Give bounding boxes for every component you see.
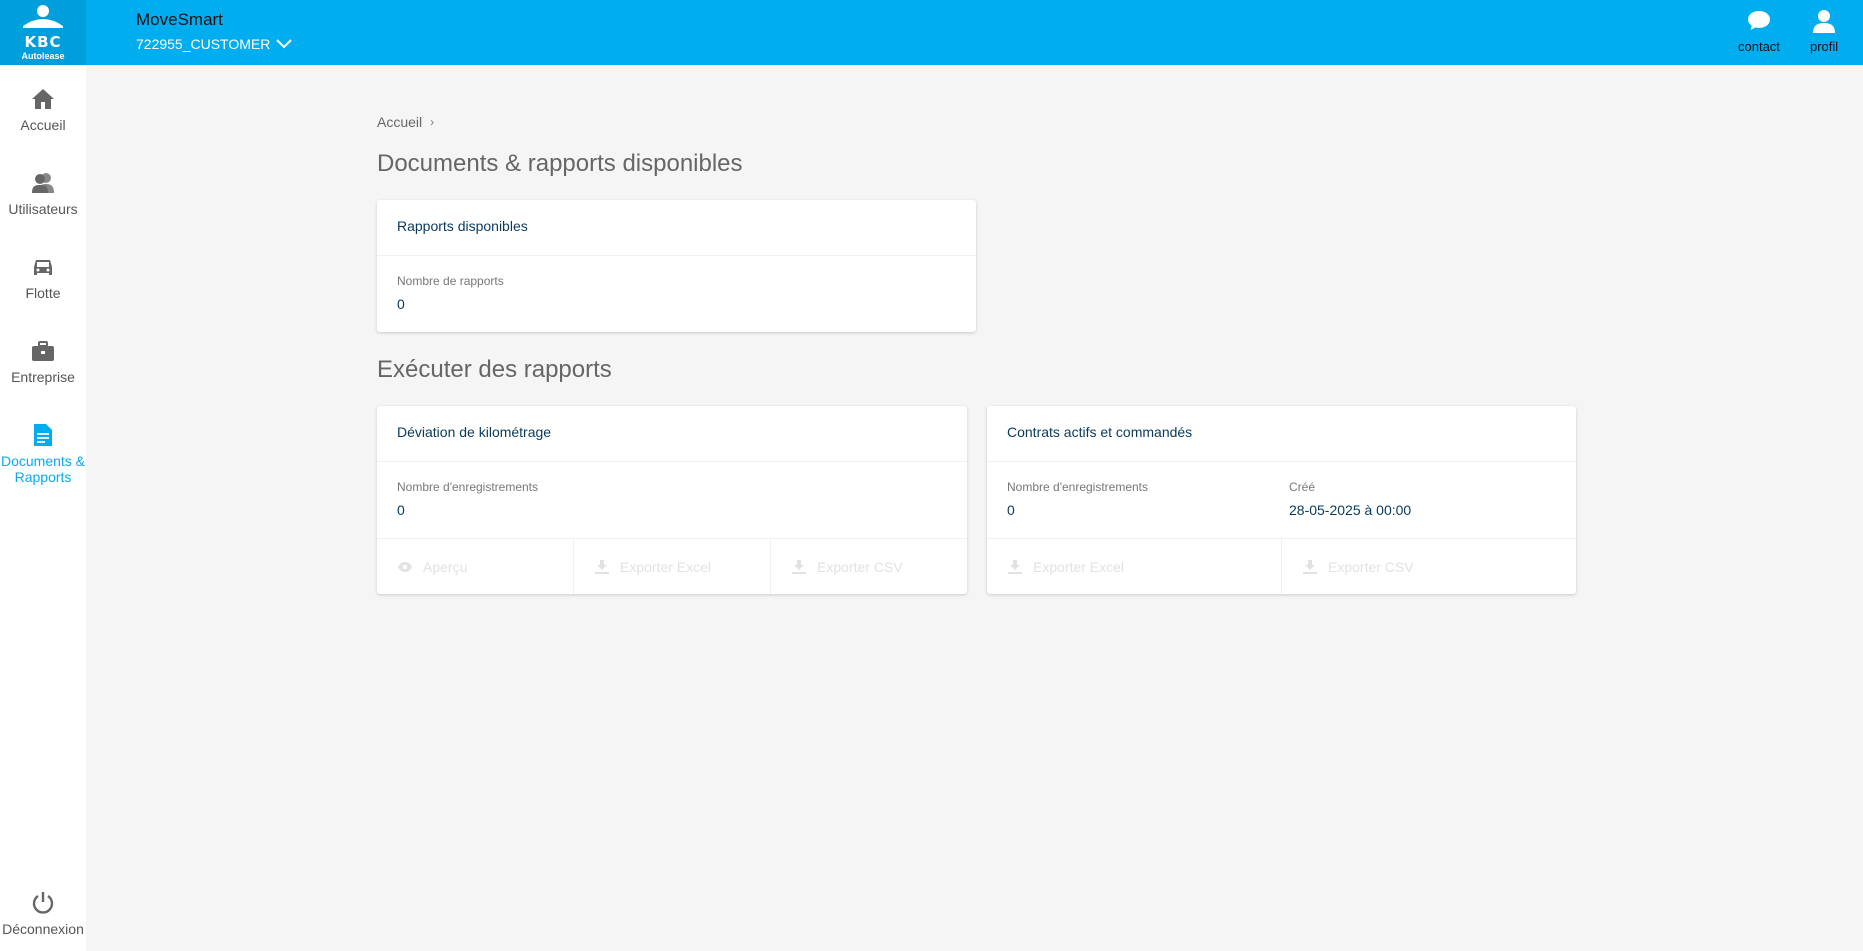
breadcrumb: Accueil ›	[377, 114, 434, 130]
download-icon	[792, 559, 806, 574]
download-icon	[595, 559, 609, 574]
export-csv-label: Exporter CSV	[1328, 558, 1414, 575]
profile-label: profil	[1810, 39, 1839, 54]
export-excel-button[interactable]: Exporter Excel	[574, 539, 771, 594]
sidebar-item-flotte[interactable]: Flotte	[0, 255, 86, 301]
sidebar-item-accueil[interactable]: Accueil	[0, 87, 86, 133]
sidebar-item-entreprise[interactable]: Entreprise	[0, 339, 86, 385]
sidebar: Accueil Utilisateurs Flotte Entreprise D…	[0, 65, 86, 951]
export-excel-label: Exporter Excel	[1033, 558, 1125, 575]
report-card-mileage-deviation: Déviation de kilométrage Nombre d'enregi…	[377, 406, 967, 594]
export-csv-label: Exporter CSV	[817, 558, 903, 575]
briefcase-icon	[32, 341, 54, 361]
download-icon	[1008, 559, 1022, 574]
logout-button[interactable]: Déconnexion	[0, 891, 86, 937]
sidebar-item-label: Utilisateurs	[8, 201, 78, 217]
card-actions: Aperçu Exporter Excel Exporter CSV	[377, 538, 967, 594]
chevron-right-icon: ›	[430, 115, 435, 129]
eye-icon	[398, 561, 412, 572]
customer-selector[interactable]: 722955_CUSTOMER	[136, 36, 293, 52]
home-icon	[32, 89, 54, 109]
export-excel-button[interactable]: Exporter Excel	[987, 539, 1282, 594]
chevron-down-icon	[276, 39, 293, 49]
sidebar-item-label: Documents & Rapports	[0, 453, 86, 485]
card-title: Déviation de kilométrage	[377, 406, 967, 462]
card-actions: Exporter Excel Exporter CSV	[987, 538, 1576, 594]
sidebar-item-label: Accueil	[20, 117, 66, 133]
created-label: Créé	[1289, 480, 1316, 494]
records-count-value: 0	[1007, 502, 1015, 518]
car-icon	[34, 260, 52, 275]
records-count-label: Nombre d'enregistrements	[1007, 480, 1149, 494]
sidebar-item-documents[interactable]: Documents & Rapports	[0, 423, 86, 485]
contact-button[interactable]: contact	[1738, 8, 1780, 54]
sidebar-item-label: Entreprise	[11, 369, 75, 385]
available-reports-card: Rapports disponibles Nombre de rapports …	[377, 200, 976, 332]
sidebar-item-label: Flotte	[25, 285, 61, 301]
logo-subtext: Autolease	[21, 51, 65, 61]
power-icon	[32, 892, 54, 914]
export-csv-button[interactable]: Exporter CSV	[771, 539, 967, 594]
top-header: KBC Autolease MoveSmart 722955_CUSTOMER …	[0, 0, 1863, 65]
report-card-active-contracts: Contrats actifs et commandés Nombre d'en…	[987, 406, 1576, 594]
breadcrumb-home-link[interactable]: Accueil	[377, 114, 422, 130]
logout-label: Déconnexion	[2, 921, 84, 937]
kbc-autolease-logo[interactable]: KBC Autolease	[0, 0, 86, 65]
available-reports-title: Documents & rapports disponibles	[377, 150, 743, 177]
users-icon	[32, 173, 54, 193]
document-icon	[34, 424, 52, 446]
created-value: 28-05-2025 à 00:00	[1289, 502, 1412, 518]
card-title: Contrats actifs et commandés	[987, 406, 1576, 462]
app-title: MoveSmart	[136, 10, 223, 29]
kbc-emblem-icon	[19, 4, 67, 34]
download-icon	[1303, 559, 1317, 574]
export-excel-label: Exporter Excel	[620, 558, 712, 575]
records-count-value: 0	[397, 502, 405, 518]
logo-text: KBC	[24, 33, 62, 51]
preview-label: Aperçu	[423, 558, 468, 575]
records-count-label: Nombre d'enregistrements	[397, 480, 539, 494]
reports-count-label: Nombre de rapports	[397, 274, 504, 288]
execute-reports-title: Exécuter des rapports	[377, 356, 612, 383]
customer-name: 722955_CUSTOMER	[136, 36, 271, 52]
preview-button[interactable]: Aperçu	[377, 539, 574, 594]
profile-button[interactable]: profil	[1810, 8, 1838, 54]
user-icon	[1813, 10, 1836, 33]
sidebar-item-utilisateurs[interactable]: Utilisateurs	[0, 171, 86, 217]
export-csv-button[interactable]: Exporter CSV	[1282, 539, 1576, 594]
reports-count-value: 0	[397, 296, 405, 312]
contact-label: contact	[1738, 39, 1780, 54]
chat-bubble-icon	[1747, 11, 1770, 30]
card-title: Rapports disponibles	[377, 200, 976, 256]
